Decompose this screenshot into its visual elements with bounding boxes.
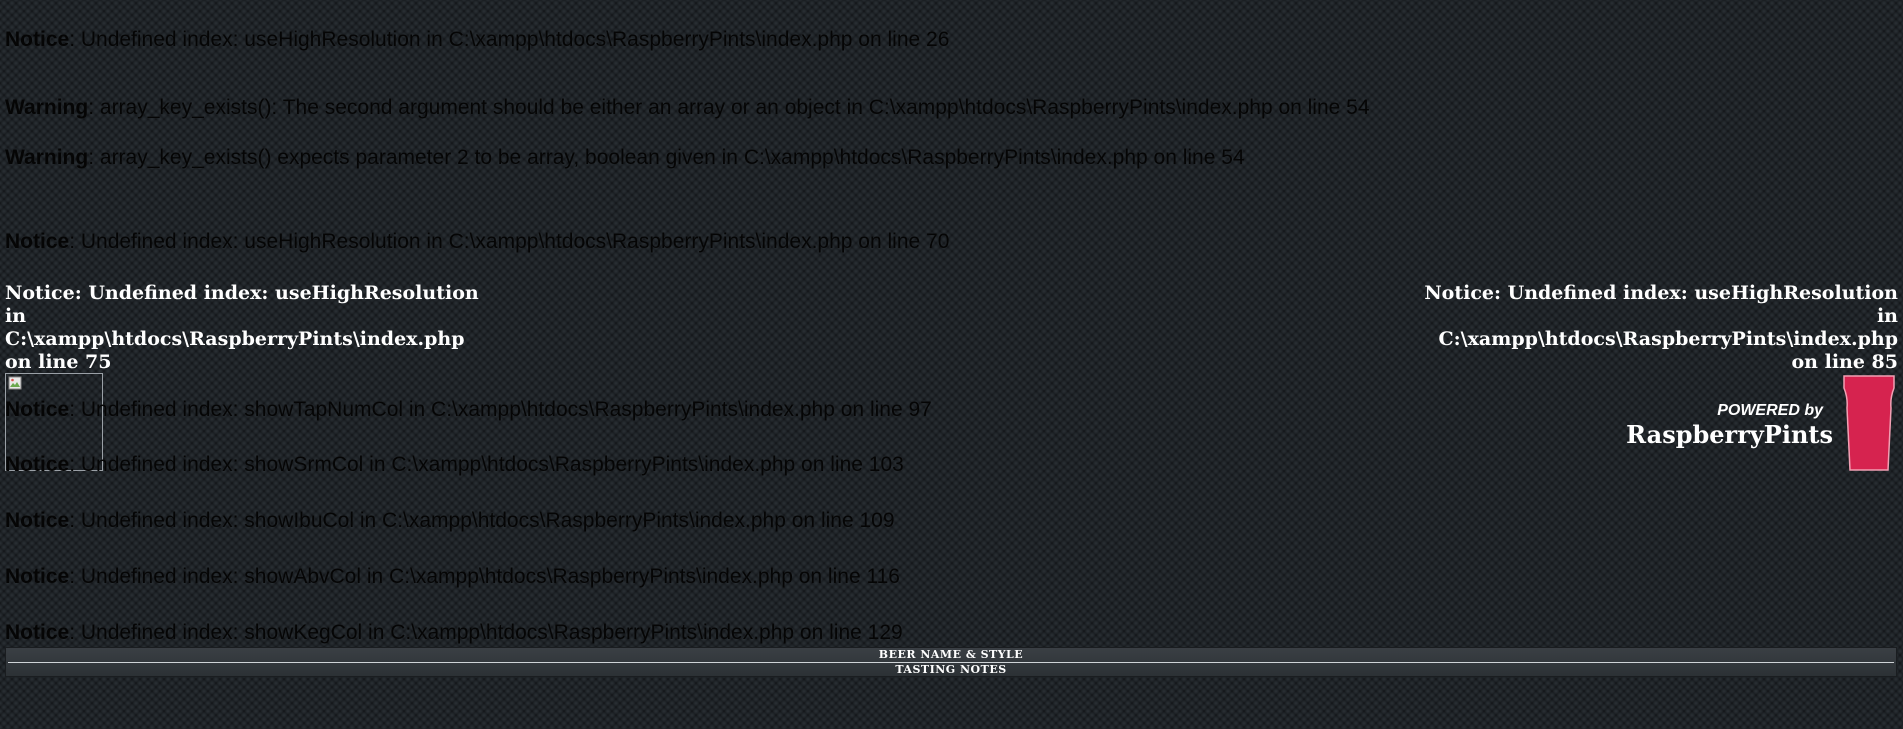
php-notice-srm: Notice: Undefined index: showSrmCol in C… [5, 453, 904, 476]
php-warning-1: Warning: array_key_exists(): The second … [5, 96, 1370, 119]
header-right-notice: Notice: Undefined index: useHighResoluti… [1424, 282, 1898, 373]
powered-by-logo: POWERED by RaspberryPints [1626, 402, 1833, 449]
php-notice-tapnum: Notice: Undefined index: showTapNumCol i… [5, 398, 932, 421]
php-notice-keg: Notice: Undefined index: showKegCol in C… [5, 621, 903, 644]
php-notice-ibu: Notice: Undefined index: showIbuCol in C… [5, 509, 895, 532]
php-warning-2: Warning: array_key_exists() expects para… [5, 146, 1245, 169]
tap-list-table-header: BEER NAME & STYLE TASTING NOTES [5, 647, 1897, 677]
beer-name-style-header: BEER NAME & STYLE [878, 648, 1024, 661]
header-left-notice: Notice: Undefined index: useHighResoluti… [5, 282, 479, 373]
php-notice-1: Notice: Undefined index: useHighResoluti… [5, 28, 950, 51]
page: { "notices": [ {"label": "Notice", "text… [0, 0, 1903, 729]
php-notice-abv: Notice: Undefined index: showAbvCol in C… [5, 565, 900, 588]
pint-glass-icon [1843, 375, 1895, 471]
broken-image-icon [8, 376, 22, 390]
powered-by-label: POWERED by [1717, 402, 1823, 419]
tasting-notes-header: TASTING NOTES [895, 663, 1007, 676]
php-notice-2: Notice: Undefined index: useHighResoluti… [5, 230, 950, 253]
raspberrypints-wordmark: RaspberryPints [1626, 420, 1833, 449]
